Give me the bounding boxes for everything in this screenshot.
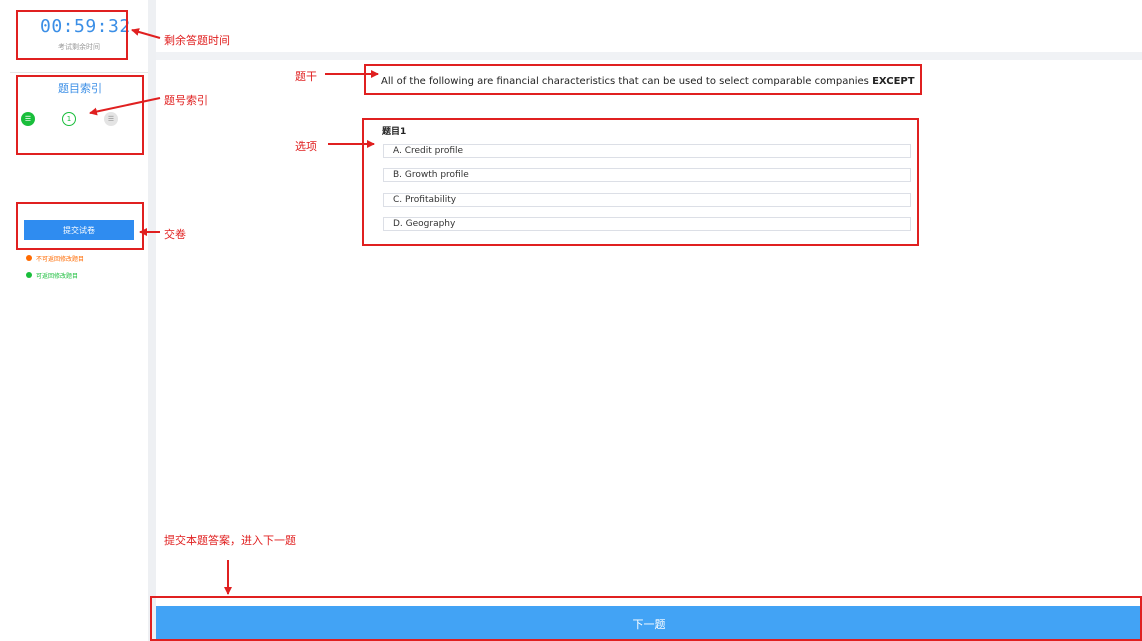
annotation-label-submit: 交卷 <box>164 228 186 241</box>
legend-dot-locked <box>26 255 32 261</box>
annotation-box-next <box>150 596 1142 641</box>
legend-locked-text: 不可返回修改题目 <box>36 256 85 263</box>
annotation-box-submit <box>16 202 144 250</box>
annotation-label-next: 提交本题答案，进入下一题 <box>164 534 296 547</box>
legend-dot-editable <box>26 272 32 278</box>
annotation-box-stem <box>364 64 922 95</box>
annotation-label-options: 选项 <box>295 140 317 153</box>
annotation-label-stem: 题干 <box>295 70 317 83</box>
panel-divider <box>148 0 156 641</box>
annotation-label-timer: 剩余答题时间 <box>164 34 230 47</box>
main-header-bar <box>156 52 1142 60</box>
annotation-box-timer <box>16 10 128 60</box>
annotation-box-options <box>362 118 919 246</box>
sidebar-divider <box>10 72 148 73</box>
main-header <box>156 0 1142 55</box>
annotation-box-index <box>16 75 144 155</box>
annotation-label-index: 题号索引 <box>164 94 208 107</box>
legend-editable-text: 可返回修改题目 <box>36 273 79 280</box>
